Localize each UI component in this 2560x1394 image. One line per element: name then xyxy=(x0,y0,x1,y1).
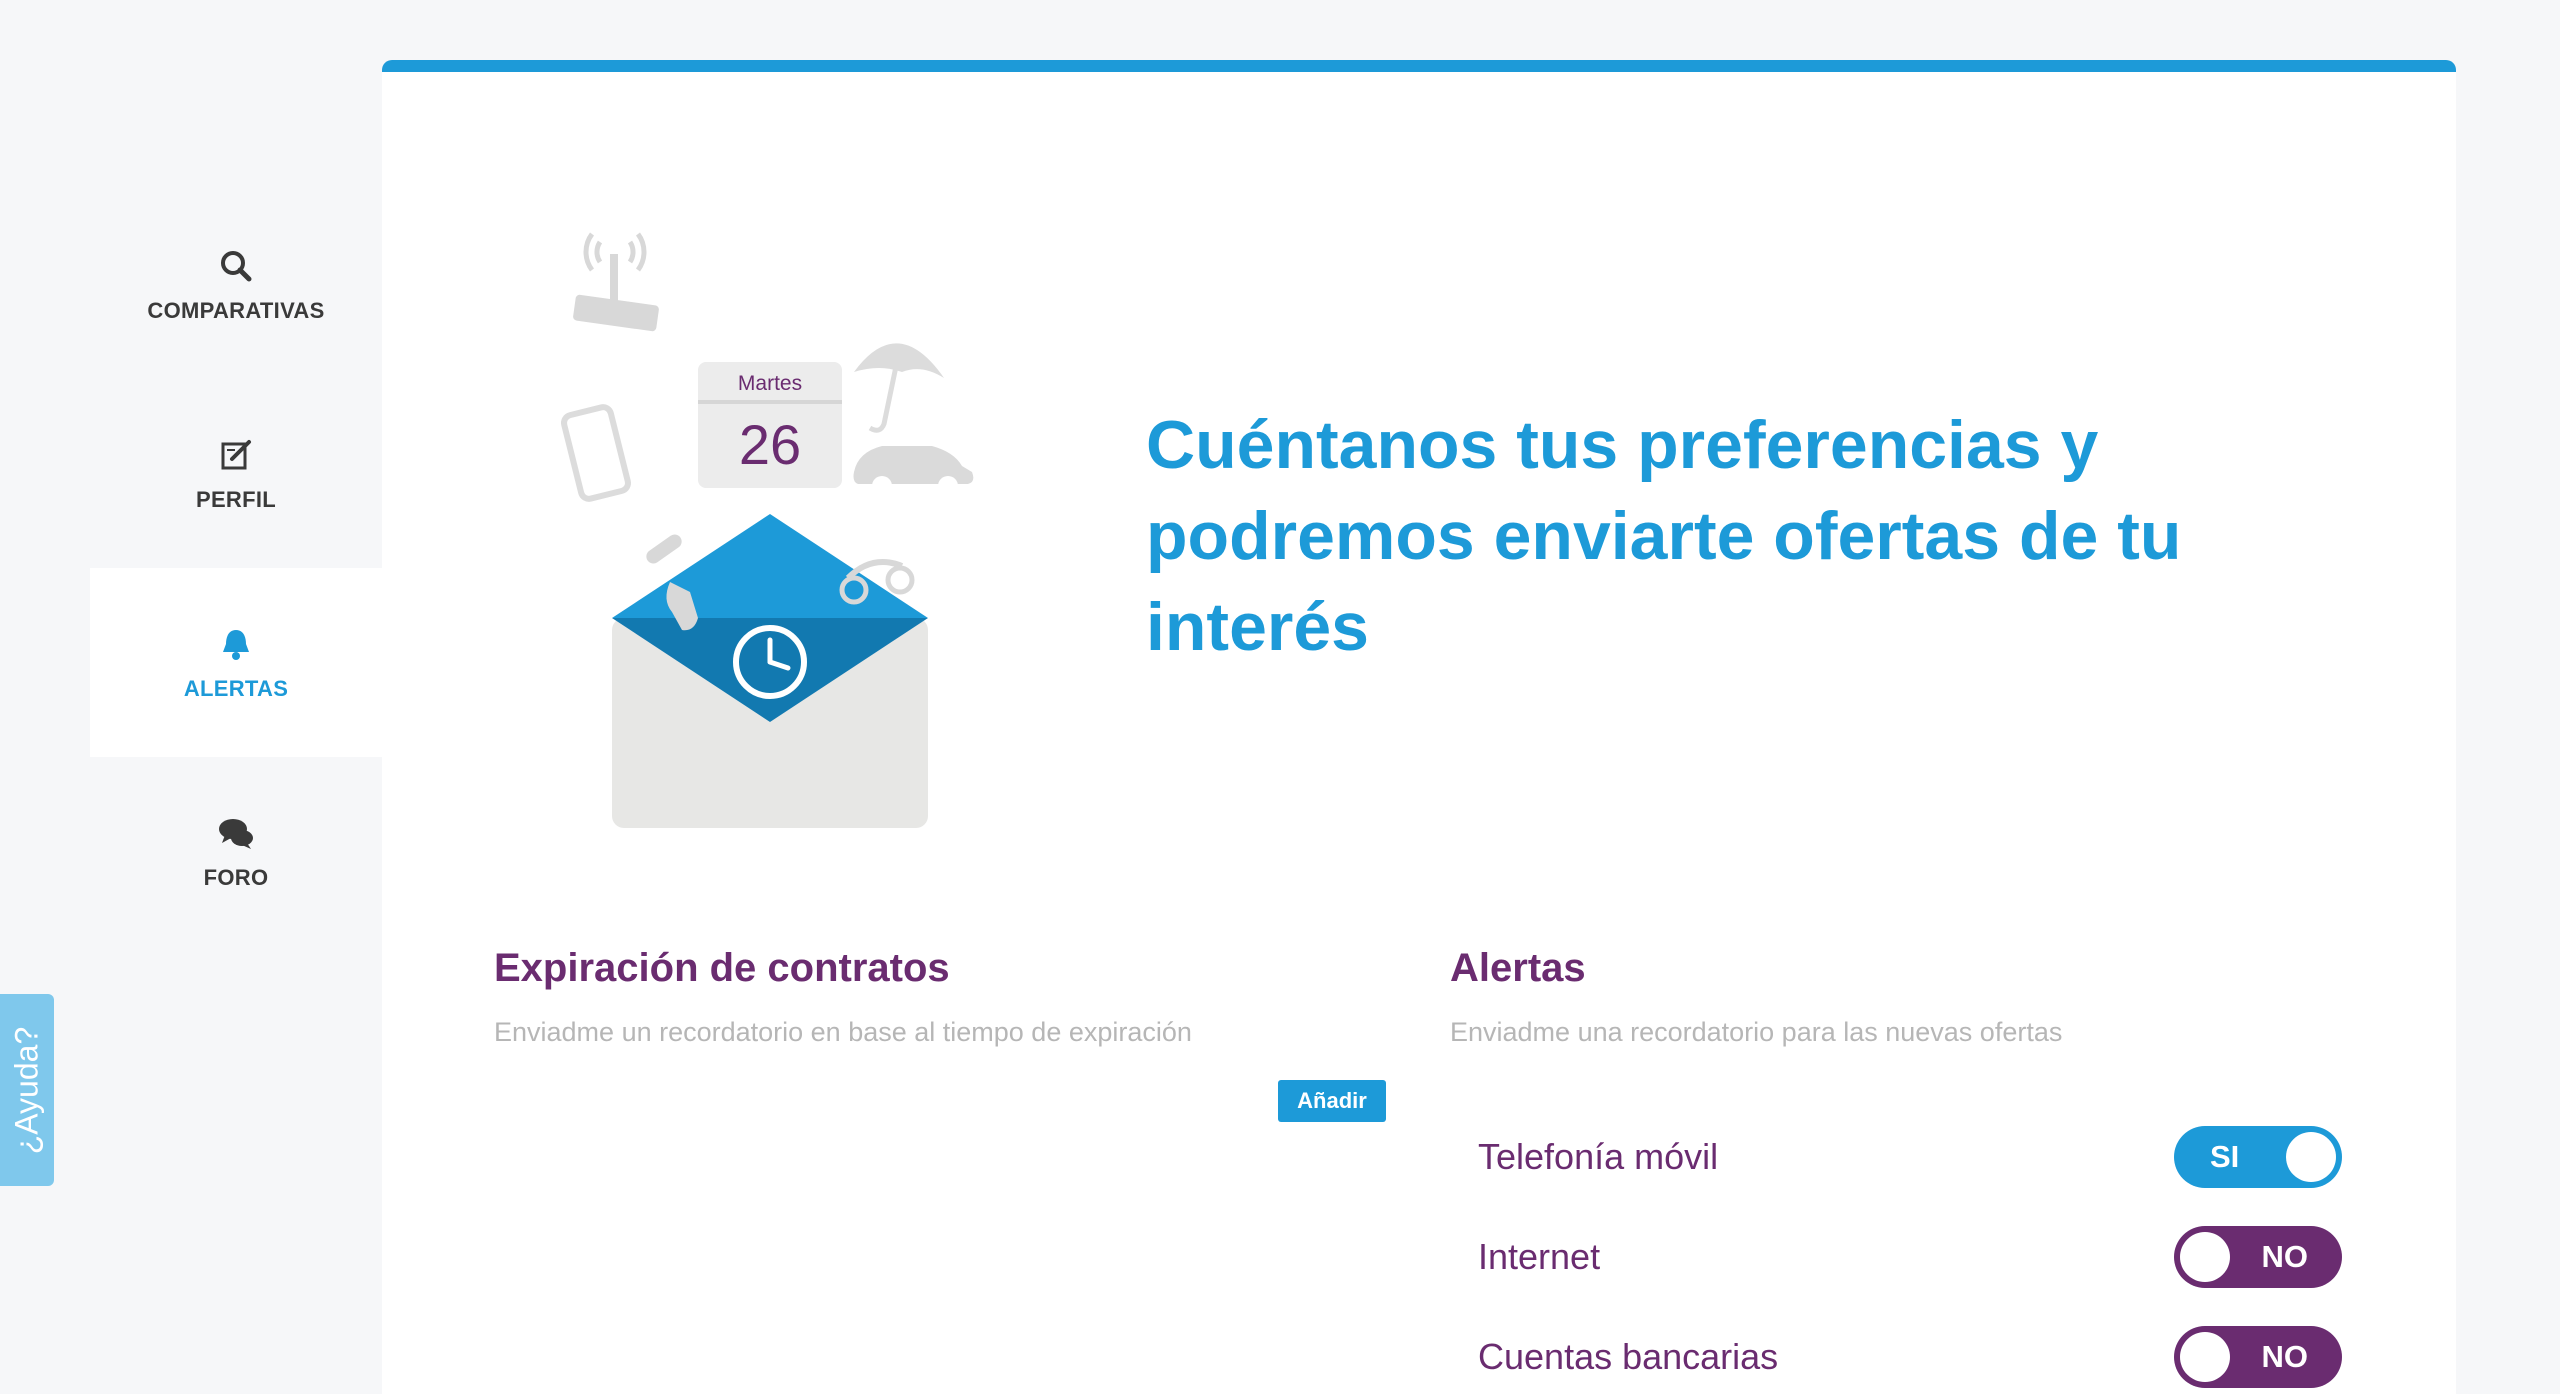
edit-icon xyxy=(221,439,251,469)
phone-icon xyxy=(561,404,631,502)
toggle-state-text: SI xyxy=(2210,1139,2240,1174)
sidebar-item-comparativas[interactable]: COMPARATIVAS xyxy=(90,190,382,379)
alert-row-internet: Internet NO xyxy=(1478,1226,2342,1288)
bell-icon xyxy=(223,629,249,660)
envelope-icon xyxy=(612,514,928,828)
sidebar-item-perfil[interactable]: PERFIL xyxy=(90,379,382,568)
help-tab-label: ¿Ayuda? xyxy=(8,1026,45,1154)
alert-label: Telefonía móvil xyxy=(1478,1136,1719,1177)
add-button[interactable]: Añadir xyxy=(1278,1080,1386,1122)
alert-toggle-internet[interactable]: NO xyxy=(2174,1226,2342,1288)
sidebar-item-label: FORO xyxy=(203,864,269,890)
sidebar-item-label: COMPARATIVAS xyxy=(147,297,325,323)
search-icon xyxy=(221,250,252,281)
toggle-knob xyxy=(2286,1132,2336,1182)
toggle-state-text: NO xyxy=(2261,1339,2309,1374)
page-headline: Cuéntanos tus preferencias y podremos en… xyxy=(1146,407,2182,665)
alert-toggle-cuentas[interactable]: NO xyxy=(2174,1326,2342,1388)
router-icon xyxy=(573,232,659,332)
toggle-knob xyxy=(2180,1332,2230,1382)
main-card: Martes 26 Cuéntanos tus preferencias y p… xyxy=(382,60,2456,1394)
alert-row-telefonia: Telefonía móvil SI xyxy=(1478,1126,2342,1188)
alert-label: Internet xyxy=(1478,1236,1601,1277)
calendar-icon: Martes 26 xyxy=(698,362,842,488)
alerts-description: Enviadme una recordatorio para las nueva… xyxy=(1450,1017,2063,1047)
expiration-title: Expiración de contratos xyxy=(494,946,950,990)
car-icon xyxy=(853,446,974,496)
alert-label: Cuentas bancarias xyxy=(1478,1336,1779,1377)
sidebar-nav: COMPARATIVAS PERFIL ALERTAS FORO xyxy=(90,190,382,946)
alerts-illustration: Martes 26 xyxy=(561,232,974,828)
calendar-day-number: 26 xyxy=(739,413,801,476)
toggle-state-text: NO xyxy=(2261,1239,2309,1274)
page: COMPARATIVAS PERFIL ALERTAS FORO ¿Ayuda?… xyxy=(0,0,2560,1394)
alert-toggle-telefonia[interactable]: SI xyxy=(2174,1126,2342,1188)
sidebar-item-alertas[interactable]: ALERTAS xyxy=(90,568,382,757)
calendar-day-name: Martes xyxy=(738,372,802,395)
sidebar-item-foro[interactable]: FORO xyxy=(90,757,382,946)
sidebar-item-label: PERFIL xyxy=(195,486,277,512)
alerts-title: Alertas xyxy=(1450,946,1586,990)
sidebar-item-label: ALERTAS xyxy=(183,675,289,701)
help-tab[interactable]: ¿Ayuda? xyxy=(0,994,54,1186)
toggle-knob xyxy=(2180,1232,2230,1282)
umbrella-icon xyxy=(854,343,944,433)
chat-icon xyxy=(219,818,253,849)
expiration-description: Enviadme un recordatorio en base al tiem… xyxy=(494,1017,1192,1047)
alert-row-cuentas: Cuentas bancarias NO xyxy=(1478,1326,2342,1388)
